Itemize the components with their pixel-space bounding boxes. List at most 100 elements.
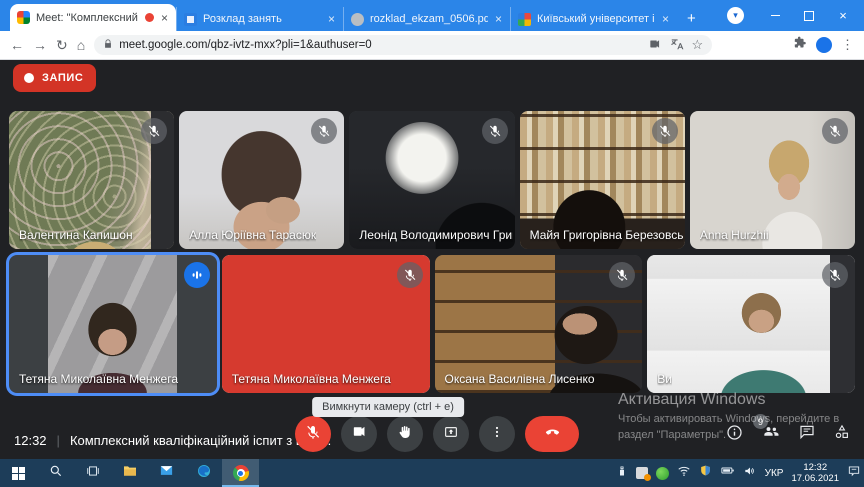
taskbar-search-button[interactable] [37, 459, 74, 487]
raise-hand-button[interactable] [387, 416, 423, 452]
restore-button[interactable] [794, 0, 824, 31]
participant-tile[interactable]: Ви [647, 255, 855, 393]
mic-muted-icon [822, 262, 848, 288]
participant-tile[interactable]: Алла Юріївна Тарасюк [179, 111, 344, 249]
mail-icon [159, 463, 174, 483]
participant-name: Майя Григорівна Березовська [530, 228, 684, 242]
mic-muted-icon [482, 118, 508, 144]
meet-main: ЗАПИС Валентина Капишон Алла Юріївна Тара… [0, 60, 864, 459]
participant-name: Ви [657, 372, 672, 386]
browser-tab[interactable]: rozklad_ekzam_0506.pdf × [343, 7, 510, 31]
profile-avatar[interactable] [816, 37, 832, 53]
language-indicator[interactable]: УКР [765, 468, 784, 479]
bookmark-star-icon[interactable]: ☆ [692, 37, 704, 53]
task-view-button[interactable] [74, 459, 111, 487]
file-explorer-button[interactable] [111, 459, 148, 487]
new-tab-button[interactable]: + [677, 10, 706, 31]
taskbar-date: 17.06.2021 [791, 473, 839, 484]
antivirus-icon[interactable] [656, 467, 669, 480]
url-text[interactable]: meet.google.com/qbz-ivtz-mxx?pli=1&authu… [119, 39, 641, 51]
close-button[interactable]: × [828, 0, 858, 31]
video-grid-row-1: Валентина Капишон Алла Юріївна Тарасюк Лео… [9, 111, 855, 249]
camera-in-use-icon[interactable] [648, 37, 662, 54]
participant-name: Anna Hurzhii [700, 228, 769, 242]
reload-button[interactable]: ↻ [56, 38, 68, 52]
toolbar-right: ⋮ [792, 35, 854, 55]
folder-icon [122, 463, 138, 484]
tab-title: Meet: "Комплексний кваліф [36, 12, 139, 24]
browser-tab[interactable]: Meet: "Комплексний кваліф × [10, 4, 176, 31]
participant-name: Тетяна Миколаївна Менжега [232, 372, 391, 386]
wifi-icon[interactable] [677, 464, 691, 483]
participant-tile[interactable]: Оксана Василівна Лисенко [435, 255, 643, 393]
camera-toggle-button[interactable] [341, 416, 377, 452]
tab-close-button[interactable]: × [160, 11, 169, 25]
participant-name: Леонід Володимирович Грищ... [359, 228, 513, 242]
participant-tile[interactable]: Валентина Капишон [9, 111, 174, 249]
battery-icon[interactable] [720, 463, 735, 483]
windows-activation-watermark: Активация Windows Чтобы активировать Win… [618, 391, 839, 444]
home-button[interactable]: ⌂ [77, 38, 85, 52]
tab-close-button[interactable]: × [327, 12, 336, 26]
participant-tile[interactable]: Майя Григорівна Березовська [520, 111, 685, 249]
participant-tile[interactable]: Тетяна Миколаївна Менжега [222, 255, 430, 393]
start-button[interactable] [0, 459, 37, 487]
browser-menu-icon[interactable]: ⋮ [841, 37, 854, 53]
address-bar[interactable]: meet.google.com/qbz-ivtz-mxx?pli=1&authu… [94, 35, 712, 55]
lock-icon [103, 39, 113, 52]
taskbar-clock[interactable]: 12:32 17.06.2021 [791, 462, 839, 485]
taskbar: УКР 12:32 17.06.2021 [0, 459, 864, 487]
usb-icon[interactable] [616, 464, 628, 482]
watermark-line: Чтобы активировать Windows, перейдите в [618, 412, 839, 428]
meeting-title[interactable]: Комплексний кваліфікаційний іспит з циві… [70, 433, 331, 448]
video-grid-row-2: Тетяна Миколаївна Менжега Тетяна Миколаїв… [9, 255, 855, 393]
screen: Meet: "Комплексний кваліф×Розклад занять… [0, 0, 864, 486]
taskbar-apps [0, 459, 259, 487]
meeting-clock: 12:32 [14, 433, 47, 448]
mic-muted-icon [397, 262, 423, 288]
participant-tile[interactable]: Anna Hurzhii [690, 111, 855, 249]
tab-title: rozklad_ekzam_0506.pdf [370, 13, 488, 25]
participant-tile[interactable]: Тетяна Миколаївна Менжега [9, 255, 217, 393]
minimize-button[interactable] [760, 0, 790, 31]
windows-logo-icon [12, 467, 25, 480]
mic-muted-icon [652, 118, 678, 144]
more-options-button[interactable] [479, 416, 515, 452]
action-center-icon[interactable] [847, 464, 861, 483]
browser-tab[interactable]: Київський університет імені Бор× [510, 7, 677, 31]
meeting-info: 12:32 | Комплексний кваліфікаційний іспи… [14, 433, 331, 448]
browser-toolbar: ← → ↻ ⌂ meet.google.com/qbz-ivtz-mxx?pli… [0, 31, 864, 60]
volume-icon[interactable] [743, 464, 757, 483]
extensions-icon[interactable] [792, 35, 807, 55]
mic-toggle-button[interactable] [295, 416, 331, 452]
mail-button[interactable] [148, 459, 185, 487]
leave-call-button[interactable] [525, 416, 579, 452]
back-button[interactable]: ← [10, 38, 24, 52]
screenshot-tool-icon[interactable] [636, 467, 648, 479]
tab-close-button[interactable]: × [494, 12, 503, 26]
university-favicon [518, 13, 531, 26]
system-tray: УКР 12:32 17.06.2021 [616, 459, 861, 487]
translate-icon[interactable] [670, 37, 684, 54]
tab-strip: Meet: "Комплексний кваліф×Розклад занять… [0, 4, 677, 31]
watermark-line: раздел "Параметры". [618, 428, 839, 444]
participant-name: Валентина Капишон [19, 228, 133, 242]
restore-icon [804, 11, 814, 21]
participant-name: Тетяна Миколаївна Менжега [19, 372, 178, 386]
chrome-button[interactable] [222, 459, 259, 487]
participant-name: Оксана Василівна Лисенко [445, 372, 595, 386]
edge-button[interactable] [185, 459, 222, 487]
meet-favicon [17, 11, 30, 24]
present-screen-icon [443, 424, 459, 445]
recording-label: ЗАПИС [42, 72, 83, 84]
tab-close-button[interactable]: × [661, 12, 670, 26]
forward-button[interactable]: → [33, 38, 47, 52]
recording-badge: ЗАПИС [13, 64, 96, 92]
tab-search-button[interactable]: ▾ [727, 7, 744, 24]
tab-title: Розклад занять [203, 13, 321, 25]
browser-tab[interactable]: Розклад занять × [176, 7, 343, 31]
present-button[interactable] [433, 416, 469, 452]
speaking-indicator-icon [184, 262, 210, 288]
security-shield-icon[interactable] [699, 464, 712, 482]
participant-tile[interactable]: Леонід Володимирович Грищ... [349, 111, 514, 249]
